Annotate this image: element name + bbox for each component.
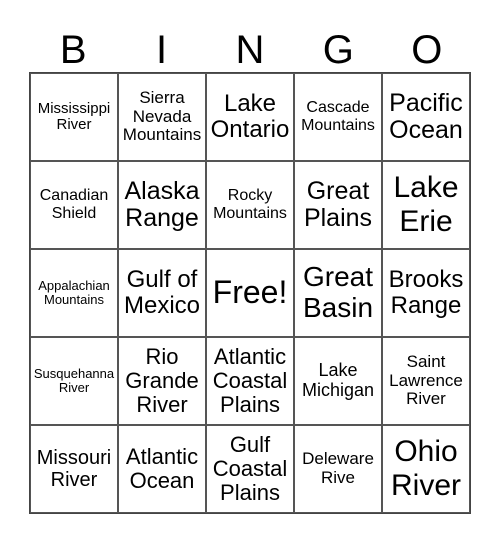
- bingo-cell[interactable]: Susquehanna River: [30, 337, 118, 425]
- bingo-cell[interactable]: Sierra Nevada Mountains: [118, 73, 206, 161]
- bingo-cell[interactable]: Alaska Range: [118, 161, 206, 249]
- bingo-cell[interactable]: Great Basin: [294, 249, 382, 337]
- header-letter-n: N: [235, 28, 265, 72]
- bingo-cell[interactable]: Lake Erie: [382, 161, 470, 249]
- bingo-cell[interactable]: Lake Michigan: [294, 337, 382, 425]
- bingo-cell[interactable]: Great Plains: [294, 161, 382, 249]
- bingo-cell[interactable]: Atlantic Coastal Plains: [206, 337, 294, 425]
- bingo-cell[interactable]: Deleware Rive: [294, 425, 382, 513]
- bingo-cell[interactable]: Rio Grande River: [118, 337, 206, 425]
- bingo-header: B I N G O: [29, 28, 471, 72]
- bingo-cell[interactable]: Ohio River: [382, 425, 470, 513]
- bingo-cell[interactable]: Gulf of Mexico: [118, 249, 206, 337]
- bingo-cell[interactable]: Cascade Mountains: [294, 73, 382, 161]
- bingo-cell[interactable]: Rocky Mountains: [206, 161, 294, 249]
- bingo-cell[interactable]: Pacific Ocean: [382, 73, 470, 161]
- free-space[interactable]: Free!: [206, 249, 294, 337]
- bingo-cell[interactable]: Lake Ontario: [206, 73, 294, 161]
- header-letter-b: B: [59, 28, 87, 72]
- bingo-grid: Mississippi River Sierra Nevada Mountain…: [29, 72, 471, 514]
- bingo-cell[interactable]: Gulf Coastal Plains: [206, 425, 294, 513]
- bingo-cell[interactable]: Brooks Range: [382, 249, 470, 337]
- bingo-cell[interactable]: Missouri River: [30, 425, 118, 513]
- bingo-cell[interactable]: Saint Lawrence River: [382, 337, 470, 425]
- bingo-cell[interactable]: Mississippi River: [30, 73, 118, 161]
- header-letter-o: O: [411, 28, 443, 72]
- header-letter-g: G: [322, 28, 354, 72]
- bingo-cell[interactable]: Atlantic Ocean: [118, 425, 206, 513]
- bingo-cell[interactable]: Appalachian Mountains: [30, 249, 118, 337]
- header-letter-i: I: [156, 28, 168, 72]
- bingo-cell[interactable]: Canadian Shield: [30, 161, 118, 249]
